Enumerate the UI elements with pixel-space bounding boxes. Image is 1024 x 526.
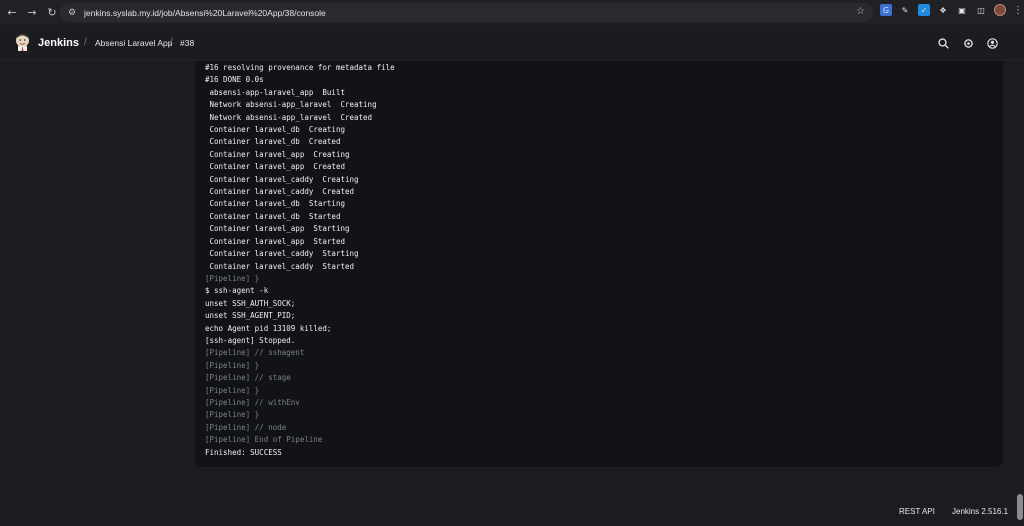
browser-menu-icon[interactable]: ⋮: [1013, 5, 1023, 16]
console-line: Container laravel_app Creating: [205, 149, 350, 159]
console-line: [Pipeline] // node: [205, 422, 287, 432]
search-icon[interactable]: [937, 37, 949, 49]
nav-buttons: ← → ↻: [3, 4, 61, 22]
console-line: unset SSH_AGENT_PID;: [205, 311, 296, 321]
address-bar[interactable]: ⚙ jenkins.syslab.my.id/job/Absensi%20Lar…: [60, 3, 873, 22]
console-line: [Pipeline] }: [205, 273, 260, 283]
jenkins-version-link[interactable]: Jenkins 2.516.1: [952, 507, 1008, 516]
profile-avatar[interactable]: [994, 4, 1006, 16]
breadcrumb-separator: /: [84, 37, 87, 48]
console-output: #16 resolving provenance for metadata fi…: [205, 62, 995, 459]
console-line: [ssh-agent] Stopped.: [205, 335, 296, 345]
settings-gear-icon[interactable]: [962, 37, 974, 49]
console-line: Container laravel_app Started: [205, 236, 345, 246]
console-line: [Pipeline] }: [205, 360, 260, 370]
console-line: Container laravel_db Starting: [205, 199, 345, 209]
console-line: Container laravel_app Starting: [205, 224, 350, 234]
extensions-area: G ✎ ✓ ❖ ▣ ◫ ⋮: [880, 4, 1023, 16]
console-line: [Pipeline] // stage: [205, 373, 291, 383]
side-panel-icon[interactable]: ◫: [975, 4, 987, 16]
url-text[interactable]: jenkins.syslab.my.id/job/Absensi%20Larav…: [84, 8, 326, 18]
jenkins-brand[interactable]: Jenkins: [38, 37, 79, 49]
console-line: [Pipeline] }: [205, 410, 260, 420]
console-line: [Pipeline] // withEnv: [205, 397, 300, 407]
reload-icon[interactable]: ↻: [43, 4, 61, 22]
console-line: Container laravel_caddy Creating: [205, 174, 359, 184]
tag-extension-icon[interactable]: ❖: [937, 4, 949, 16]
rest-api-link[interactable]: REST API: [899, 507, 935, 516]
back-arrow-icon[interactable]: ←: [3, 4, 21, 22]
breadcrumb-build[interactable]: #38: [180, 38, 194, 48]
page-scrollbar[interactable]: [1016, 61, 1024, 526]
console-line: Container laravel_app Created: [205, 162, 345, 172]
console-line: unset SSH_AUTH_SOCK;: [205, 298, 296, 308]
puzzle-extensions-icon[interactable]: ▣: [956, 4, 968, 16]
jenkins-logo-icon[interactable]: [14, 33, 31, 51]
user-account-icon[interactable]: [986, 37, 998, 49]
console-line: [Pipeline] End of Pipeline: [205, 435, 323, 445]
console-line: Container laravel_caddy Created: [205, 187, 355, 197]
site-info-icon[interactable]: ⚙: [66, 7, 78, 19]
translate-extension-icon[interactable]: G: [880, 4, 892, 16]
forward-arrow-icon[interactable]: →: [23, 4, 41, 22]
bookmark-star-icon[interactable]: ☆: [856, 6, 865, 17]
console-line: $ ssh-agent -k: [205, 286, 269, 296]
console-line: Network absensi-app_laravel Creating: [205, 100, 377, 110]
console-line: #16 resolving provenance for metadata fi…: [205, 63, 395, 72]
console-line: Container laravel_caddy Started: [205, 261, 355, 271]
breadcrumb-separator: /: [170, 37, 173, 48]
console-line: Finished: SUCCESS: [205, 447, 282, 457]
console-line: Container laravel_db Created: [205, 137, 341, 147]
breadcrumb-job[interactable]: Absensi Laravel App: [95, 38, 173, 48]
console-line: Container laravel_caddy Starting: [205, 249, 359, 259]
console-line: [Pipeline] // sshagent: [205, 348, 305, 358]
browser-toolbar: ← → ↻ ⚙ jenkins.syslab.my.id/job/Absensi…: [0, 0, 1024, 25]
console-line: [Pipeline] }: [205, 385, 260, 395]
blue-extension-icon[interactable]: ✓: [918, 4, 930, 16]
dropper-extension-icon[interactable]: ✎: [899, 4, 911, 16]
console-line: Container laravel_db Started: [205, 211, 341, 221]
console-line: Container laravel_db Creating: [205, 125, 345, 135]
scrollbar-thumb[interactable]: [1017, 494, 1023, 520]
console-line: echo Agent pid 13109 killed;: [205, 323, 332, 333]
console-line: absensi-app-laravel_app Built: [205, 87, 345, 97]
console-line: #16 DONE 0.0s: [205, 75, 264, 85]
console-line: Network absensi-app_laravel Created: [205, 112, 373, 122]
